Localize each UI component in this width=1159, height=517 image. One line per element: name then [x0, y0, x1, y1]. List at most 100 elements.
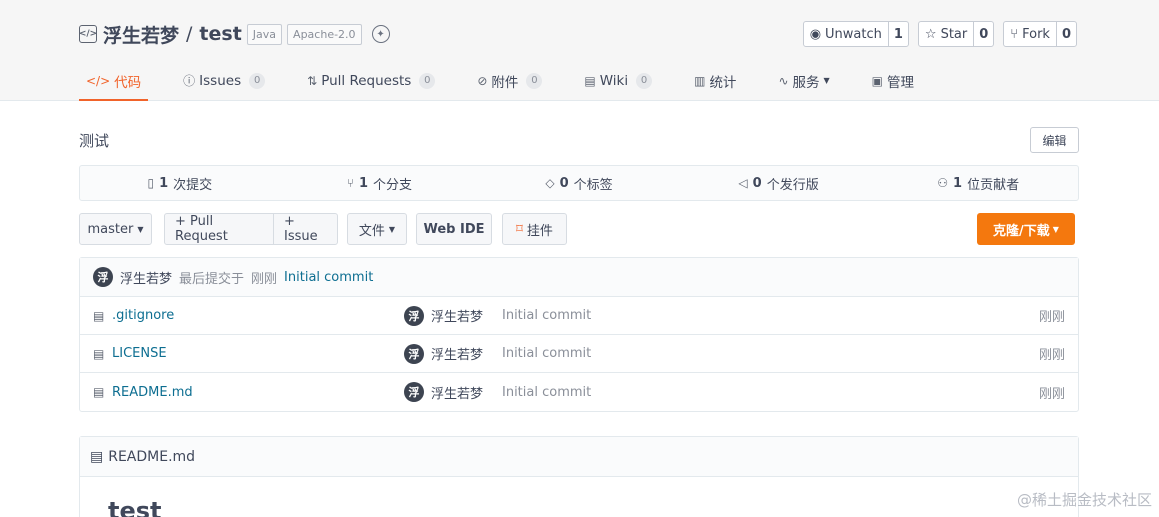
watermark: @稀土掘金技术社区 [1016, 491, 1152, 509]
file-commit-time: 刚刚 [1038, 310, 1065, 325]
award-icon[interactable]: ✦ [371, 25, 390, 43]
stat-tags-label: 个标签 [573, 177, 613, 193]
tab-services-label: 服务 [792, 74, 820, 91]
widget-label: 挂件 [526, 223, 553, 239]
manage-icon: ▣ [871, 73, 883, 88]
clone-download-button[interactable]: 克隆/下载 ▼ [977, 213, 1075, 245]
commit-prefix: 最后提交于 [179, 271, 245, 287]
chevron-down-icon: ▼ [388, 224, 396, 234]
tab-wiki-count: 0 [636, 72, 653, 89]
tab-code[interactable]: </> 代码 [79, 60, 149, 101]
stat-contributors[interactable]: ⚇ 1 位贡献者 [878, 166, 1078, 200]
tab-pull-requests-count: 0 [419, 72, 436, 89]
repo-tabs: </> 代码 ⓘ Issues 0 ⇅ Pull Requests 0 ⊘ 附件… [79, 60, 949, 101]
file-author: 浮 浮生若梦 [404, 343, 483, 364]
file-icon: ▤ [93, 385, 105, 399]
repo-name-link[interactable]: test [199, 23, 241, 45]
commit-icon: ▯ [147, 176, 155, 190]
avatar[interactable]: 浮 [93, 267, 113, 287]
tab-code-label: 代码 [114, 74, 142, 91]
attachment-icon: ⊘ [477, 73, 488, 88]
stat-contributors-value: 1 [953, 175, 963, 191]
tab-attachments[interactable]: ⊘ 附件 0 [470, 60, 549, 101]
tab-issues[interactable]: ⓘ Issues 0 [176, 60, 272, 101]
stat-commits-value: 1 [159, 175, 169, 191]
stat-releases[interactable]: ◁ 0 个发行版 [679, 166, 879, 200]
tab-pull-requests[interactable]: ⇅ Pull Requests 0 [300, 60, 442, 101]
file-name-link[interactable]: README.md [112, 385, 193, 400]
stat-branches-value: 1 [358, 175, 368, 191]
widget-button[interactable]: ⌑ 挂件 [502, 213, 567, 245]
avatar[interactable]: 浮 [404, 382, 424, 402]
code-icon: </> [86, 73, 111, 88]
tab-stats-label: 统计 [709, 74, 737, 91]
stats-icon: ▥ [694, 73, 706, 88]
file-name-link[interactable]: LICENSE [112, 346, 167, 361]
readme-panel: ▤ README.md test [79, 436, 1079, 517]
stat-commits[interactable]: ▯ 1 次提交 [80, 166, 280, 200]
clone-label: 克隆/下载 [993, 223, 1050, 239]
tab-manage[interactable]: ▣ 管理 [865, 60, 921, 101]
watch-count[interactable]: 1 [887, 22, 908, 46]
branch-select[interactable]: master ▼ [79, 213, 152, 245]
fork-count[interactable]: 0 [1055, 22, 1076, 46]
star-button[interactable]: ☆ Star 0 [917, 21, 995, 47]
readme-header: ▤ README.md [80, 437, 1078, 477]
star-label: Star [940, 26, 968, 42]
fork-label: Fork [1022, 26, 1050, 42]
new-pull-request-button[interactable]: + Pull Request [165, 214, 269, 244]
chevron-down-icon: ▼ [137, 224, 144, 234]
language-tag[interactable]: Java [246, 23, 283, 45]
fork-button[interactable]: ⑂ Fork 0 [1003, 21, 1077, 47]
file-commit-message[interactable]: Initial commit [502, 308, 591, 323]
tag-icon: ◇ [545, 176, 555, 190]
repo-description: 测试 [79, 132, 110, 150]
tab-issues-count: 0 [249, 72, 266, 89]
file-commit-message[interactable]: Initial commit [502, 346, 591, 361]
file-author-name[interactable]: 浮生若梦 [431, 383, 483, 402]
tab-stats[interactable]: ▥ 统计 [687, 60, 743, 101]
readme-heading: test [108, 497, 162, 517]
file-author-name[interactable]: 浮生若梦 [431, 306, 483, 325]
stat-branches-label: 个分支 [373, 177, 413, 193]
avatar[interactable]: 浮 [404, 305, 424, 326]
stat-branches[interactable]: ⑂ 1 个分支 [280, 166, 480, 200]
eye-icon: ◉ [809, 26, 822, 42]
file-icon: ▤ [93, 346, 105, 361]
repo-actions: ◉ Unwatch 1 ☆ Star 0 ⑂ Fork 0 [802, 21, 1077, 47]
branch-name: master [87, 221, 134, 237]
license-tag[interactable]: Apache-2.0 [287, 23, 362, 45]
wiki-icon: ▤ [584, 73, 596, 88]
issues-icon: ⓘ [183, 74, 196, 88]
star-count[interactable]: 0 [973, 22, 993, 46]
repo-title: </> 浮生若梦 / test Java Apache-2.0 ✦ [79, 20, 390, 48]
file-author: 浮 浮生若梦 [404, 382, 483, 402]
pull-request-icon: ⇅ [307, 73, 318, 88]
release-icon: ◁ [738, 176, 748, 190]
edit-description-button[interactable]: 编辑 [1030, 127, 1079, 153]
tab-attachments-count: 0 [526, 72, 543, 89]
file-row: ▤ LICENSE 浮 浮生若梦 Initial commit 刚刚 [80, 335, 1078, 373]
commit-time: 刚刚 [251, 271, 278, 287]
file-menu-button[interactable]: 文件 ▼ [347, 213, 407, 245]
commit-author[interactable]: 浮生若梦 [120, 268, 172, 287]
tab-services[interactable]: ∿ 服务 ▼ [771, 60, 836, 101]
tab-wiki[interactable]: ▤ Wiki 0 [577, 60, 659, 101]
file-author-name[interactable]: 浮生若梦 [431, 344, 483, 363]
new-issue-button[interactable]: + Issue [273, 214, 337, 244]
readme-filename: README.md [108, 448, 196, 465]
stat-tags[interactable]: ◇ 0 个标签 [479, 166, 679, 200]
stat-tags-value: 0 [559, 175, 569, 191]
unwatch-button[interactable]: ◉ Unwatch 1 [802, 21, 909, 47]
web-ide-button[interactable]: Web IDE [416, 213, 492, 245]
file-name-link[interactable]: .gitignore [112, 308, 174, 323]
repo-separator: / [186, 23, 193, 45]
fork-icon: ⑂ [1010, 26, 1019, 42]
repo-owner-link[interactable]: 浮生若梦 [103, 21, 179, 48]
commit-message-link[interactable]: Initial commit [284, 270, 373, 285]
file-menu-label: 文件 [358, 223, 385, 239]
tab-manage-label: 管理 [887, 74, 914, 91]
file-commit-message[interactable]: Initial commit [502, 385, 591, 400]
avatar[interactable]: 浮 [404, 343, 424, 364]
stat-contributors-label: 位贡献者 [967, 177, 1020, 193]
